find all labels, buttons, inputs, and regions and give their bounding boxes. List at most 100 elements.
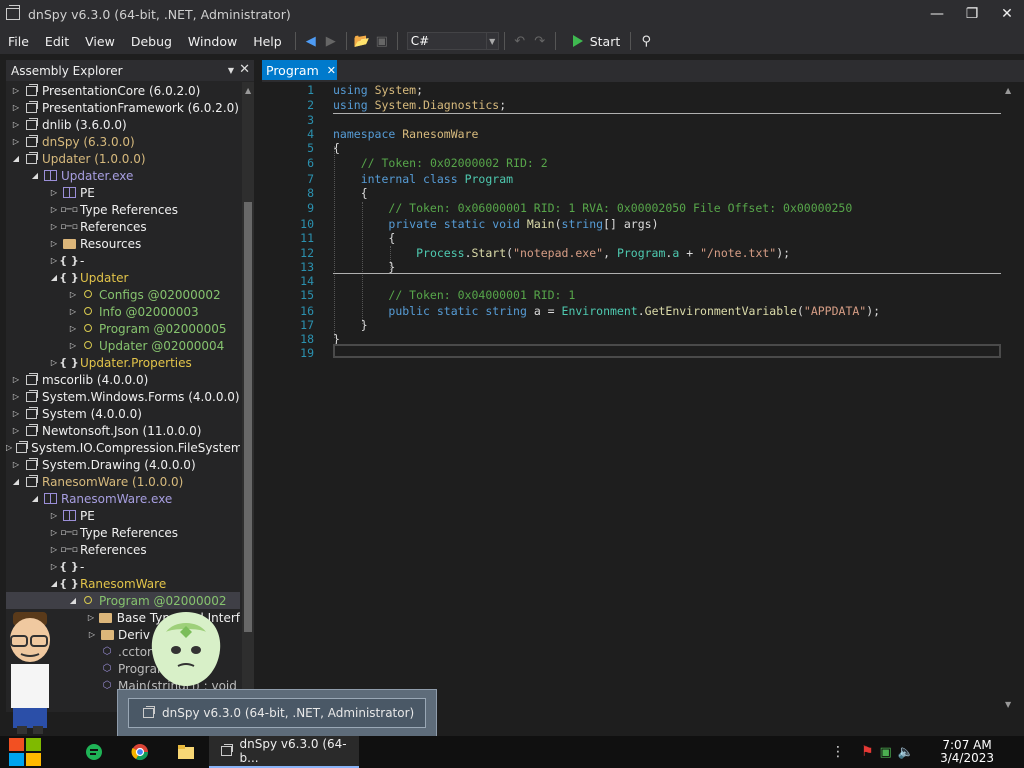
tree-item[interactable]: ▷ ▫─▫ Type References	[6, 201, 240, 218]
collapsed-chevron-icon[interactable]: ▷	[50, 205, 58, 215]
tree-item[interactable]: ▷ ▫─▫ References	[6, 218, 240, 235]
save-icon[interactable]: ▣	[372, 31, 392, 51]
collapsed-chevron-icon[interactable]: ▷	[6, 443, 12, 453]
collapsed-chevron-icon[interactable]: ▷	[87, 613, 95, 623]
collapsed-chevron-icon[interactable]: ▷	[50, 256, 58, 266]
tree-item[interactable]: ▷ PresentationCore (6.0.2.0)	[6, 82, 240, 99]
menu-help[interactable]: Help	[245, 34, 290, 49]
menu-file[interactable]: File	[0, 34, 37, 49]
tree-item[interactable]: ▷ ▫─▫ References	[6, 541, 240, 558]
expanded-chevron-icon[interactable]: ◢	[31, 171, 39, 181]
collapsed-chevron-icon[interactable]: ▷	[50, 562, 58, 572]
search-icon[interactable]: ⚲	[636, 31, 656, 51]
tree-item[interactable]: ▷{ } -	[6, 558, 240, 575]
scroll-down-icon[interactable]: ▼	[1005, 700, 1011, 709]
expanded-chevron-icon[interactable]: ◢	[50, 273, 58, 283]
tree-item[interactable]: ▷ PE	[6, 507, 240, 524]
tree-item[interactable]: ◢ Updater (1.0.0.0)	[6, 150, 240, 167]
navigate-forward-icon[interactable]: ▶	[321, 31, 341, 51]
collapsed-chevron-icon[interactable]: ▷	[69, 324, 77, 334]
editor-scrollbar[interactable]: ▲ ▼	[1002, 82, 1016, 714]
collapsed-chevron-icon[interactable]: ▷	[12, 392, 20, 402]
tab-program[interactable]: Program ✕	[262, 60, 337, 80]
tree-item[interactable]: ▷ System.Windows.Forms (4.0.0.0)	[6, 388, 240, 405]
minimize-button[interactable]: —	[920, 0, 954, 28]
expanded-chevron-icon[interactable]: ◢	[69, 596, 77, 606]
expanded-chevron-icon[interactable]: ◢	[12, 154, 20, 164]
tree-item[interactable]: ▷{ } -	[6, 252, 240, 269]
taskbar-window-preview[interactable]: dnSpy v6.3.0 (64-bit, .NET, Administrato…	[117, 689, 437, 737]
tree-item[interactable]: ▷ System.IO.Compression.FileSystem	[6, 439, 240, 456]
tree-item[interactable]: ◢ RanesomWare (1.0.0.0)	[6, 473, 240, 490]
tree-item[interactable]: ▷ System (4.0.0.0)	[6, 405, 240, 422]
overflow-menu-icon[interactable]: ⋮	[831, 744, 845, 760]
windows-start-icon[interactable]	[9, 738, 41, 766]
tree-item[interactable]: ▷ ⭘ Program @02000005	[6, 320, 240, 337]
tree-item[interactable]: ▷ dnSpy (6.3.0.0)	[6, 133, 240, 150]
collapsed-chevron-icon[interactable]: ▷	[12, 137, 20, 147]
collapsed-chevron-icon[interactable]: ▷	[88, 630, 96, 640]
collapsed-chevron-icon[interactable]: ▷	[50, 545, 58, 555]
file-explorer-icon[interactable]	[163, 736, 209, 768]
tree-item[interactable]: ▷{ } Updater.Properties	[6, 354, 240, 371]
close-button[interactable]: ✕	[990, 0, 1024, 28]
collapsed-chevron-icon[interactable]: ▷	[12, 460, 20, 470]
code-editor[interactable]: using System; using System.Diagnostics; …	[278, 82, 1016, 714]
expanded-chevron-icon[interactable]: ◢	[12, 477, 20, 487]
collapsed-chevron-icon[interactable]: ▷	[69, 341, 77, 351]
collapsed-chevron-icon[interactable]: ▷	[12, 426, 20, 436]
start-debugging-button[interactable]: Start	[572, 34, 620, 49]
undo-icon[interactable]: ↶	[510, 31, 530, 51]
collapsed-chevron-icon[interactable]: ▷	[50, 188, 58, 198]
tree-item[interactable]: ▷ mscorlib (4.0.0.0)	[6, 371, 240, 388]
taskbar-app-green-icon[interactable]	[71, 736, 117, 768]
menu-view[interactable]: View	[77, 34, 123, 49]
scroll-up-icon[interactable]: ▲	[1005, 86, 1011, 95]
collapsed-chevron-icon[interactable]: ▷	[12, 120, 20, 130]
flag-icon[interactable]: ⚑	[861, 744, 874, 760]
language-select[interactable]: C# ▼	[406, 32, 499, 50]
collapsed-chevron-icon[interactable]: ▷	[12, 375, 20, 385]
tree-item[interactable]: ▷ PE	[6, 184, 240, 201]
collapsed-chevron-icon[interactable]: ▷	[12, 86, 20, 96]
tree-item[interactable]: ▷ System.Drawing (4.0.0.0)	[6, 456, 240, 473]
navigate-back-icon[interactable]: ◀	[301, 31, 321, 51]
preview-window-button[interactable]: dnSpy v6.3.0 (64-bit, .NET, Administrato…	[128, 698, 426, 728]
network-icon[interactable]: ▣	[880, 745, 892, 760]
scroll-up-icon[interactable]: ▲	[245, 86, 251, 95]
assembly-tree-scrollbar[interactable]: ▲	[242, 82, 254, 712]
collapsed-chevron-icon[interactable]: ▷	[12, 409, 20, 419]
expanded-chevron-icon[interactable]: ◢	[50, 579, 58, 589]
collapsed-chevron-icon[interactable]: ▷	[12, 103, 20, 113]
collapsed-chevron-icon[interactable]: ▷	[69, 307, 77, 317]
collapsed-chevron-icon[interactable]: ▷	[50, 511, 58, 521]
tree-item[interactable]: ▷ Newtonsoft.Json (11.0.0.0)	[6, 422, 240, 439]
menu-debug[interactable]: Debug	[123, 34, 180, 49]
tree-item[interactable]: ▷ ⭘ Configs @02000002	[6, 286, 240, 303]
collapsed-chevron-icon[interactable]: ▷	[50, 239, 58, 249]
tab-close-icon[interactable]: ✕	[327, 64, 336, 77]
taskbar-dnspy-button[interactable]: dnSpy v6.3.0 (64-b...	[209, 736, 359, 768]
tree-item[interactable]: ◢ Updater.exe	[6, 167, 240, 184]
tree-item[interactable]: ▷ ▫─▫ Type References	[6, 524, 240, 541]
expanded-chevron-icon[interactable]: ◢	[31, 494, 39, 504]
volume-icon[interactable]: 🔈	[898, 745, 914, 760]
menu-edit[interactable]: Edit	[37, 34, 77, 49]
collapsed-chevron-icon[interactable]: ▷	[69, 290, 77, 300]
open-folder-icon[interactable]: 📂	[352, 31, 372, 51]
tree-item[interactable]: ◢ RanesomWare.exe	[6, 490, 240, 507]
collapsed-chevron-icon[interactable]: ▷	[50, 222, 58, 232]
tree-item[interactable]: ▷ dnlib (3.6.0.0)	[6, 116, 240, 133]
panel-close-icon[interactable]: ✕	[239, 62, 250, 77]
system-clock[interactable]: 7:07 AM 3/4/2023	[940, 739, 994, 765]
tree-item[interactable]: ◢ ⭘ Program @02000002	[6, 592, 240, 609]
tree-item[interactable]: ◢{ } Updater	[6, 269, 240, 286]
scrollbar-thumb[interactable]	[244, 202, 252, 632]
tree-item[interactable]: ◢{ } RanesomWare	[6, 575, 240, 592]
panel-menu-chevron-icon[interactable]: ▼	[228, 66, 234, 75]
collapsed-chevron-icon[interactable]: ▷	[50, 358, 58, 368]
maximize-button[interactable]: ❐	[955, 0, 989, 28]
tree-item[interactable]: ▷ ⭘ Info @02000003	[6, 303, 240, 320]
menu-window[interactable]: Window	[180, 34, 245, 49]
collapsed-chevron-icon[interactable]: ▷	[50, 528, 58, 538]
